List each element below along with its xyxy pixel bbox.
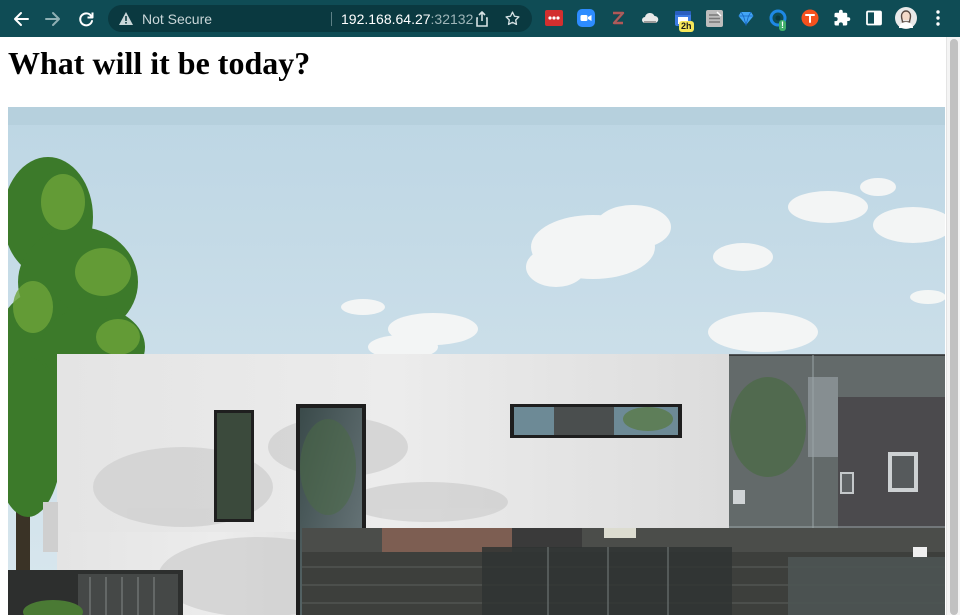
url-port: :32132 — [430, 11, 474, 27]
bookmark-star-icon[interactable] — [504, 10, 521, 27]
profile-avatar[interactable] — [895, 7, 917, 29]
reload-icon — [79, 12, 94, 27]
url-text[interactable]: 192.168.64.27:32132 — [341, 11, 473, 27]
todoist-extension-icon[interactable] — [800, 8, 820, 28]
calendar-badge: 2h — [679, 21, 694, 32]
warning-icon[interactable] — [118, 11, 134, 26]
kebab-menu-icon[interactable] — [928, 8, 948, 28]
forward-button[interactable] — [41, 7, 65, 31]
gem-extension-icon[interactable] — [736, 8, 756, 28]
browser-toolbar: Not Secure 192.168.64.27:32132 2h ! — [0, 0, 960, 37]
vertical-scrollbar[interactable] — [946, 37, 960, 615]
lastpass-extension-icon[interactable] — [544, 8, 564, 28]
cloud-extension-icon[interactable] — [640, 8, 660, 28]
back-button[interactable] — [9, 7, 33, 31]
extensions-puzzle-icon[interactable] — [832, 8, 852, 28]
url-host: 192.168.64.27 — [341, 11, 431, 27]
address-divider — [331, 12, 332, 26]
notes-extension-icon[interactable] — [704, 8, 724, 28]
back-icon — [14, 12, 29, 26]
scrollbar-thumb[interactable] — [950, 39, 958, 615]
calendar-extension-icon[interactable]: 2h — [673, 8, 694, 32]
modern-white-house-photo — [8, 107, 945, 615]
reload-button[interactable] — [74, 7, 98, 31]
sync-extension-icon[interactable]: ! — [768, 8, 788, 31]
zoom-extension-icon[interactable] — [576, 8, 596, 28]
address-bar[interactable]: Not Secure 192.168.64.27:32132 — [108, 5, 532, 32]
security-status-label[interactable]: Not Secure — [142, 11, 212, 27]
share-icon[interactable] — [474, 10, 490, 27]
side-panel-icon[interactable] — [864, 8, 884, 28]
zotero-extension-icon[interactable] — [608, 8, 628, 28]
page-title: What will it be today? — [8, 45, 311, 81]
sync-badge: ! — [779, 20, 786, 31]
forward-icon — [45, 12, 60, 26]
